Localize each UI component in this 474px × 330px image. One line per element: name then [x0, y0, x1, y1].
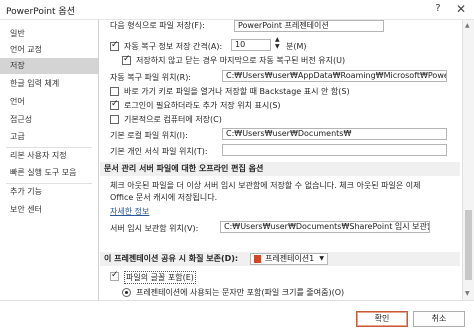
chevron-down-icon: ▼ — [319, 255, 324, 262]
show-additional-locations-checkbox[interactable] — [110, 99, 119, 110]
autorecover-path-input[interactable]: C:₩Users₩user₩AppData₩Roaming₩Microsoft₩… — [222, 70, 447, 82]
default-local-path-label: 기본 로컬 파일 위치(I): — [110, 131, 188, 140]
sidebar-item-accessibility[interactable]: 접근성 — [0, 112, 98, 128]
autorecover-unit: 분(M) — [286, 42, 307, 51]
server-drafts-label: 서버 임시 보관함 위치(V): — [110, 224, 199, 233]
embed-fonts-label: 파일의 글꼴 포함(E) — [124, 271, 196, 284]
fidelity-section-title: 이 프레젠테이션 공유 시 화질 보존(D): — [104, 254, 239, 263]
offline-editing-section-header: 문서 관리 서버 파일에 대한 오프라인 편집 옵션 — [100, 162, 460, 176]
ok-button[interactable]: 확인 — [356, 311, 408, 327]
sidebar-item-proofing[interactable]: 언어 교정 — [0, 42, 98, 58]
presentation-select[interactable]: 프레젠테이션1 ▼ — [250, 253, 328, 265]
sidebar-item-language[interactable]: 언어 — [0, 94, 98, 110]
title-bar: PowerPoint 옵션 ? ✕ — [0, 0, 474, 20]
autorecover-minutes-input[interactable]: 10 — [231, 39, 271, 51]
autorecover-checkbox[interactable] — [110, 40, 119, 51]
keep-last-version-checkbox[interactable] — [122, 54, 131, 65]
no-backstage-checkbox[interactable] — [110, 87, 119, 96]
keep-last-version-label: 저장하지 않고 닫는 경우 마지막으로 자동 복구된 버전 유지(U) — [136, 56, 346, 65]
sidebar-item-advanced[interactable]: 고급 — [0, 129, 98, 145]
no-backstage-label: 바로 가기 키로 파일을 열거나 저장할 때 Backstage 표시 안 함(… — [124, 87, 350, 96]
presentation-select-value: 프레젠테이션1 — [265, 254, 315, 263]
window-title: PowerPoint 옵션 — [6, 7, 75, 17]
dialog-footer: 확인 취소 — [0, 300, 474, 330]
sidebar-item-quick-access-toolbar[interactable]: 빠른 실행 도구 모음 — [0, 165, 98, 181]
vertical-scrollbar[interactable]: ▲ ▼ — [462, 20, 474, 300]
cancel-button[interactable]: 취소 — [413, 311, 465, 327]
sidebar-item-general[interactable]: 일반 — [0, 26, 98, 42]
save-to-computer-checkbox[interactable] — [110, 115, 119, 124]
personal-templates-input[interactable] — [222, 144, 447, 156]
powerpoint-file-icon — [254, 255, 261, 263]
save-options-panel: 다음 형식으로 파일 저장(F): PowerPoint 프레젠테이션 자동 복… — [100, 20, 462, 300]
save-format-label: 다음 형식으로 파일 저장(F): — [110, 21, 205, 30]
help-icon[interactable]: ? — [432, 3, 444, 15]
autorecover-path-label: 자동 복구 파일 위치(R): — [110, 73, 192, 82]
scroll-up-icon[interactable]: ▲ — [465, 22, 470, 29]
embed-used-chars-radio[interactable] — [122, 288, 131, 297]
autorecover-label: 자동 복구 정보 저장 간격(A): — [124, 42, 223, 51]
save-to-computer-label: 기본적으로 컴퓨터에 저장(C) — [124, 115, 222, 124]
sidebar-item-save[interactable]: 저장 — [0, 58, 98, 74]
personal-templates-label: 기본 개인 서식 파일 위치(T): — [110, 147, 208, 156]
spinner-down-icon[interactable]: ▼ — [275, 44, 280, 50]
sidebar-item-customize-ribbon[interactable]: 리본 사용자 지정 — [0, 148, 98, 164]
embed-fonts-checkbox[interactable] — [110, 270, 119, 281]
offline-description-line2: Office 문서 캐시에 저장됩니다. — [110, 193, 218, 202]
offline-description-line1: 체크 아웃된 파일을 더 이상 서버 임시 보관함에 저장할 수 없습니다. 체… — [110, 181, 421, 190]
show-additional-locations-label: 로그인이 필요하더라도 추가 저장 위치 표시(S) — [124, 101, 281, 110]
options-sidebar: 일반 언어 교정 저장 한글 입력 체계 언어 접근성 고급 리본 사용자 지정… — [0, 20, 99, 300]
learn-more-link[interactable]: 자세한 정보 — [110, 206, 149, 217]
server-drafts-path-input[interactable]: C:₩Users₩user₩Documents₩SharePoint 임시 보관… — [220, 221, 430, 233]
sidebar-item-korean-input[interactable]: 한글 입력 체계 — [0, 76, 98, 92]
close-icon[interactable]: ✕ — [454, 2, 468, 16]
save-format-select[interactable]: PowerPoint 프레젠테이션 — [234, 20, 384, 32]
sidebar-item-trust-center[interactable]: 보안 센터 — [0, 202, 98, 218]
scrollbar-thumb[interactable] — [465, 210, 472, 280]
default-local-path-input[interactable]: C:₩Users₩user₩Documents₩ — [222, 128, 447, 140]
embed-used-chars-label: 프레젠테이션에 사용되는 문자만 포함(파일 크기를 줄여줌)(O) — [136, 288, 345, 297]
sidebar-item-add-ins[interactable]: 추가 기능 — [0, 184, 98, 200]
scroll-down-icon[interactable]: ▼ — [465, 290, 470, 297]
